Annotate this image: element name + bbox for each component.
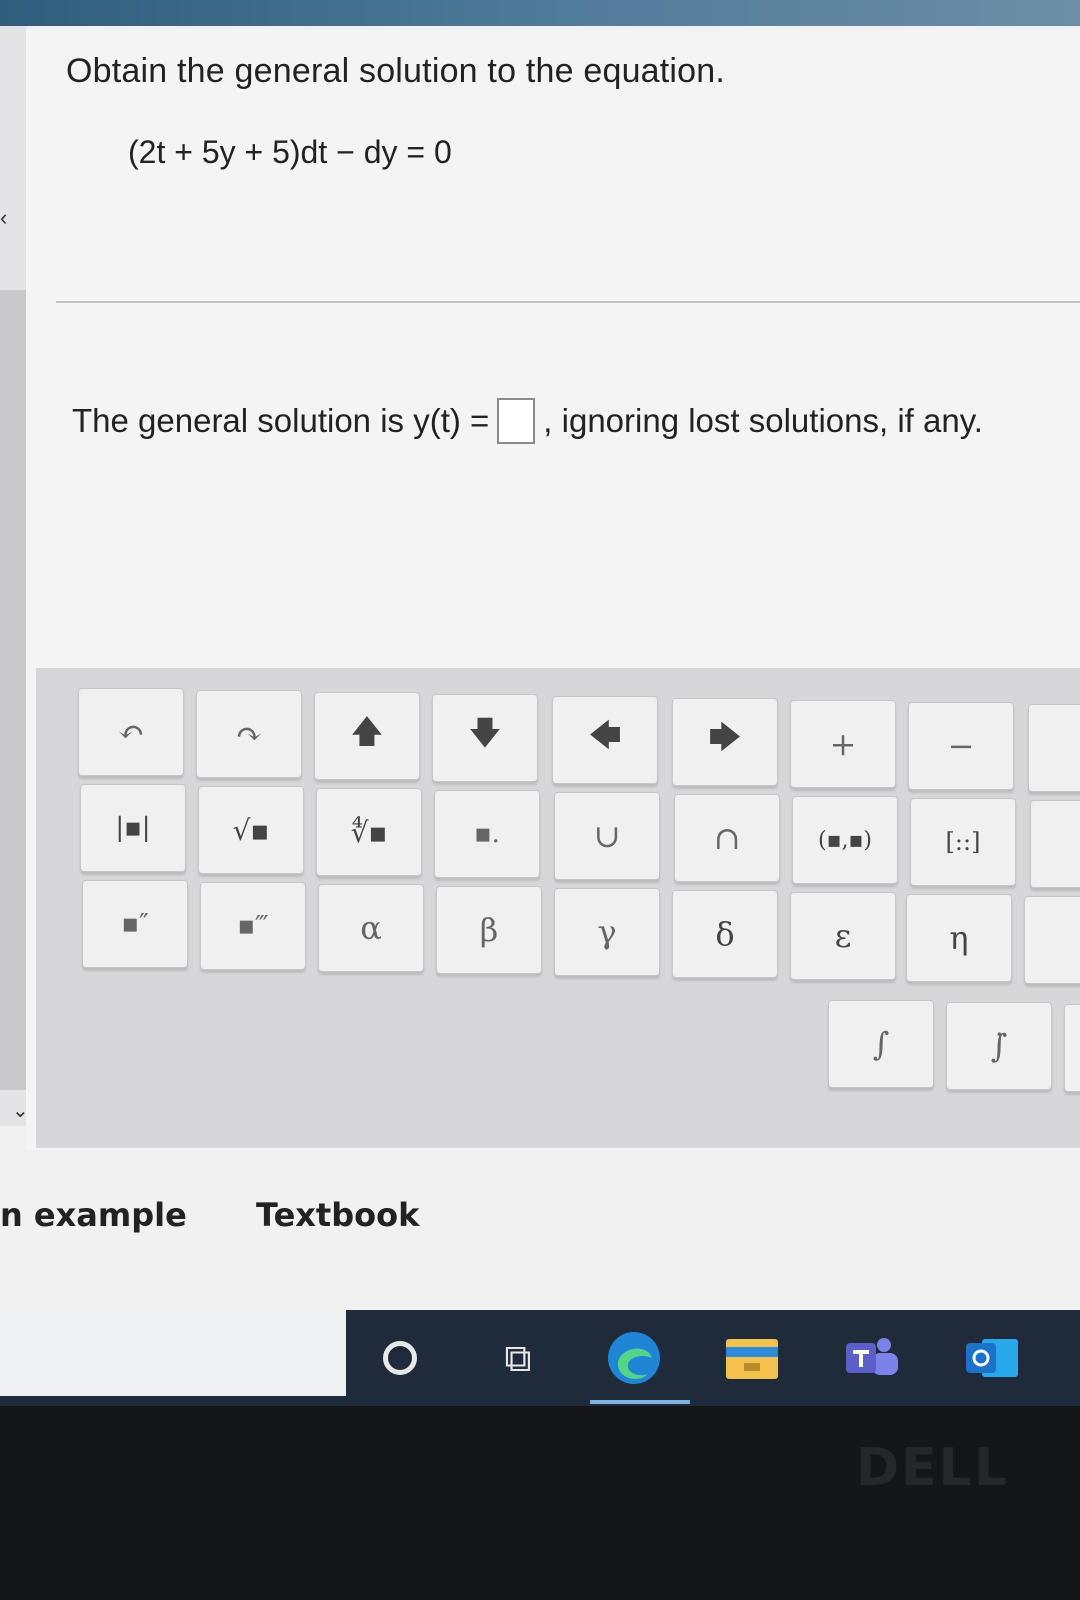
monitor-bezel [0, 1406, 1080, 1600]
arrow-up-icon: 🡅 [350, 712, 384, 750]
union-key[interactable]: ∪ [554, 792, 660, 880]
redo-icon: ↷ [235, 715, 263, 753]
palette-key-partial[interactable] [1024, 896, 1080, 984]
epsilon-key[interactable]: ε [790, 892, 896, 980]
decimal-key[interactable]: ▪. [434, 790, 540, 878]
question-prompt: Obtain the general solution to the equat… [66, 52, 726, 90]
third-derivative-key[interactable]: ▪‴ [200, 882, 306, 970]
alpha-key[interactable]: α [318, 884, 424, 972]
cursor-right-key[interactable]: 🡆 [672, 698, 778, 786]
palette-key-partial[interactable] [1028, 704, 1080, 792]
undo-key[interactable]: ↶ [78, 688, 184, 776]
taskbar-search-area[interactable] [0, 1310, 346, 1396]
tab-textbook[interactable]: Textbook [256, 1196, 419, 1234]
square-root-key[interactable]: √▪ [198, 786, 304, 874]
answer-line: The general solution is y(t) = , ignorin… [72, 398, 983, 444]
palette-key-partial[interactable] [1030, 800, 1080, 888]
definite-integral-key[interactable]: ∫̇ [946, 1002, 1052, 1090]
answer-input[interactable] [497, 398, 536, 444]
file-explorer-icon[interactable] [722, 1328, 782, 1388]
cortana-circle-icon[interactable] [370, 1328, 430, 1388]
tab-example[interactable]: n example [0, 1196, 187, 1234]
superscript-key[interactable]: 🡅 [314, 692, 420, 780]
chevron-left-icon[interactable]: ‹ [0, 205, 7, 231]
arrow-right-icon: 🡆 [708, 718, 742, 756]
task-view-icon[interactable]: ⧉ [488, 1328, 548, 1388]
minus-key[interactable]: − [908, 702, 1014, 790]
edge-browser-icon[interactable] [604, 1328, 664, 1388]
intersection-key[interactable]: ∩ [674, 794, 780, 882]
palette-key-partial[interactable] [1064, 1004, 1080, 1092]
question-equation: (2t + 5y + 5)dt − dy = 0 [128, 134, 452, 170]
absolute-value-key[interactable]: |▪| [80, 784, 186, 872]
subscript-key[interactable]: 🡇 [432, 694, 538, 782]
eta-key[interactable]: η [906, 894, 1012, 982]
arrow-down-icon: 🡇 [468, 714, 502, 752]
answer-prefix: The general solution is y(t) = [72, 402, 490, 439]
dell-logo: DELL [856, 1438, 1009, 1498]
plus-key[interactable]: + [790, 700, 896, 788]
nth-root-key[interactable]: ∜▪ [316, 788, 422, 876]
teams-icon[interactable] [842, 1328, 902, 1388]
matrix-key[interactable]: [::] [910, 798, 1016, 886]
cursor-left-key[interactable]: 🡄 [552, 696, 658, 784]
delta-key[interactable]: δ [672, 890, 778, 978]
outlook-icon[interactable] [962, 1328, 1022, 1388]
undo-icon: ↶ [117, 713, 145, 751]
chevron-down-icon[interactable]: ⌄ [12, 1098, 29, 1123]
left-panel-shade [0, 290, 26, 1090]
second-derivative-key[interactable]: ▪″ [82, 880, 188, 968]
answer-suffix: , ignoring lost solutions, if any. [543, 402, 983, 439]
interval-key[interactable]: (▪,▪) [792, 796, 898, 884]
indefinite-integral-key[interactable]: ∫ [828, 1000, 934, 1088]
active-app-indicator [590, 1400, 690, 1404]
arrow-left-icon: 🡄 [588, 716, 622, 754]
gamma-key[interactable]: γ [554, 888, 660, 976]
section-divider [56, 301, 1080, 303]
beta-key[interactable]: β [436, 886, 542, 974]
redo-key[interactable]: ↷ [196, 690, 302, 778]
